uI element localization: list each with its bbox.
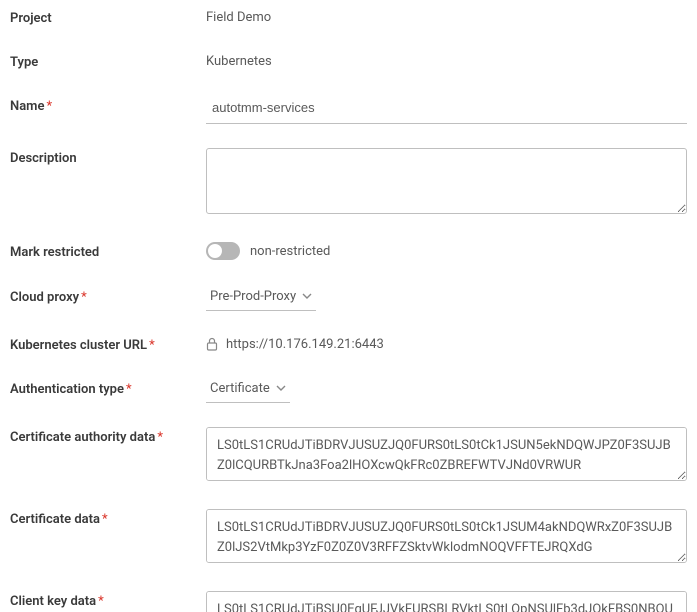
label-client-key-data: Client key data* bbox=[10, 591, 206, 611]
required-asterisk: * bbox=[81, 290, 87, 305]
name-input[interactable] bbox=[206, 96, 687, 124]
auth-type-selected: Certificate bbox=[210, 381, 270, 396]
row-cloud-proxy: Cloud proxy* Pre-Prod-Proxy bbox=[10, 287, 687, 311]
restricted-text: non-restricted bbox=[250, 244, 330, 259]
toggle-knob bbox=[208, 244, 222, 258]
ca-data-textarea[interactable] bbox=[206, 427, 687, 481]
label-name: Name* bbox=[10, 96, 206, 116]
restricted-toggle[interactable] bbox=[206, 242, 240, 260]
cloud-proxy-select[interactable]: Pre-Prod-Proxy bbox=[206, 287, 316, 311]
description-textarea[interactable] bbox=[206, 148, 687, 214]
label-project: Project bbox=[10, 8, 206, 28]
value-project: Field Demo bbox=[206, 8, 687, 25]
label-client-key-data-text: Client key data bbox=[10, 594, 96, 609]
required-asterisk: * bbox=[46, 99, 52, 114]
label-ca-data-text: Certificate authority data bbox=[10, 430, 155, 445]
row-cert-data: Certificate data* bbox=[10, 509, 687, 567]
label-name-text: Name bbox=[10, 99, 44, 114]
row-client-key-data: Client key data* bbox=[10, 591, 687, 612]
client-key-data-textarea[interactable] bbox=[206, 591, 687, 612]
chevron-down-icon bbox=[276, 383, 286, 393]
label-auth-type: Authentication type* bbox=[10, 379, 206, 399]
label-mark-restricted: Mark restricted bbox=[10, 242, 206, 262]
row-k8s-url: Kubernetes cluster URL* https://10.176.1… bbox=[10, 335, 687, 355]
label-k8s-url: Kubernetes cluster URL* bbox=[10, 335, 206, 355]
k8s-url-value: https://10.176.149.21:6443 bbox=[226, 337, 384, 352]
row-mark-restricted: Mark restricted non-restricted bbox=[10, 242, 687, 262]
label-auth-type-text: Authentication type bbox=[10, 382, 124, 397]
auth-type-select[interactable]: Certificate bbox=[206, 379, 290, 403]
row-auth-type: Authentication type* Certificate bbox=[10, 379, 687, 403]
value-type: Kubernetes bbox=[206, 52, 687, 69]
label-description: Description bbox=[10, 148, 206, 168]
chevron-down-icon bbox=[302, 291, 312, 301]
label-cloud-proxy: Cloud proxy* bbox=[10, 287, 206, 307]
row-name: Name* bbox=[10, 96, 687, 124]
required-asterisk: * bbox=[98, 594, 104, 609]
cloud-proxy-selected: Pre-Prod-Proxy bbox=[210, 289, 296, 304]
label-cloud-proxy-text: Cloud proxy bbox=[10, 290, 79, 305]
label-cert-data: Certificate data* bbox=[10, 509, 206, 529]
label-k8s-url-text: Kubernetes cluster URL bbox=[10, 338, 147, 353]
cert-data-textarea[interactable] bbox=[206, 509, 687, 563]
lock-icon bbox=[206, 337, 218, 351]
k8s-endpoint-form: Project Field Demo Type Kubernetes Name*… bbox=[0, 0, 697, 612]
row-type: Type Kubernetes bbox=[10, 52, 687, 72]
row-description: Description bbox=[10, 148, 687, 218]
required-asterisk: * bbox=[126, 382, 132, 397]
required-asterisk: * bbox=[102, 512, 108, 527]
label-ca-data: Certificate authority data* bbox=[10, 427, 206, 447]
label-type: Type bbox=[10, 52, 206, 72]
label-cert-data-text: Certificate data bbox=[10, 512, 100, 527]
row-project: Project Field Demo bbox=[10, 8, 687, 28]
row-ca-data: Certificate authority data* bbox=[10, 427, 687, 485]
required-asterisk: * bbox=[149, 338, 155, 353]
required-asterisk: * bbox=[157, 430, 163, 445]
